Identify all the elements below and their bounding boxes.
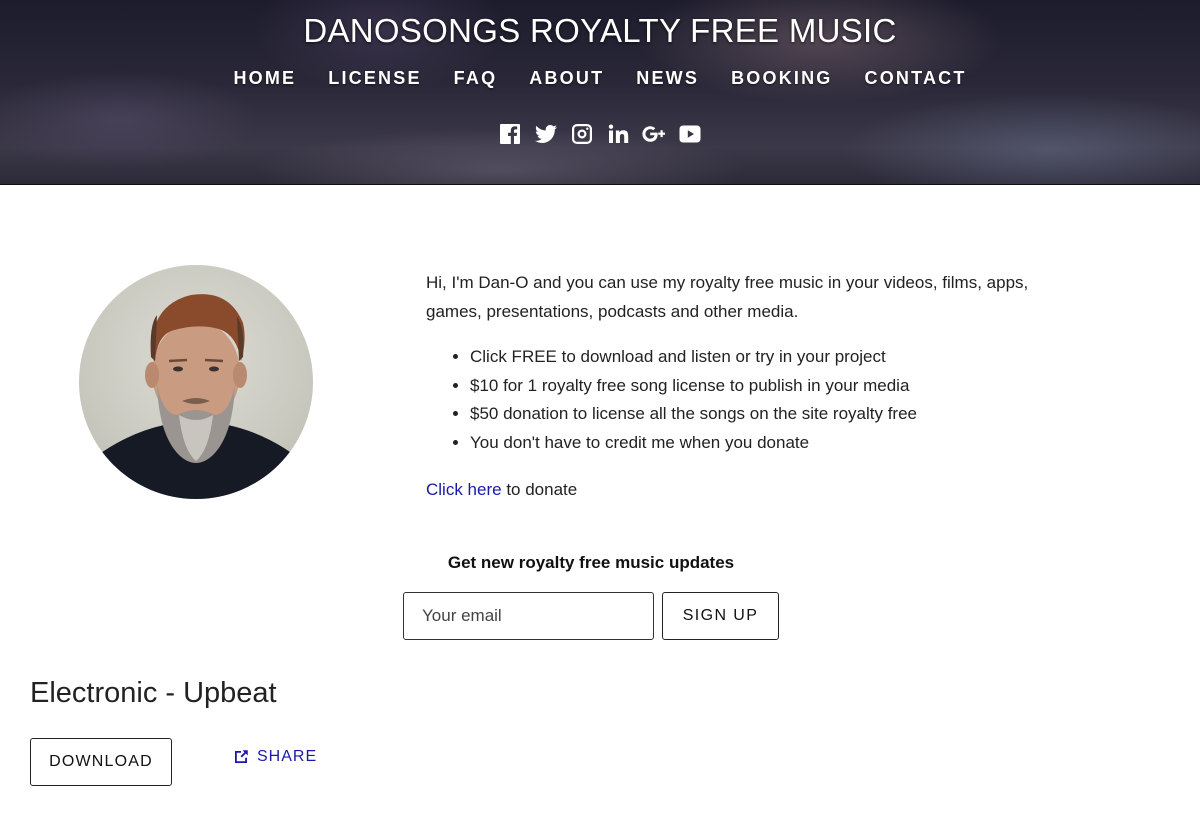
sign-up-button[interactable]: SIGN UP — [662, 592, 779, 640]
site-header: DANOSONGS ROYALTY FREE MUSIC HOME LICENS… — [0, 0, 1200, 185]
site-title[interactable]: DANOSONGS ROYALTY FREE MUSIC — [0, 12, 1200, 50]
share-link[interactable]: SHARE — [232, 748, 317, 766]
avatar — [79, 265, 313, 499]
nav-item-about[interactable]: ABOUT — [529, 68, 604, 89]
list-item: You don't have to credit me when you don… — [470, 429, 1086, 458]
intro-section: Hi, I'm Dan-O and you can use my royalty… — [426, 268, 1086, 504]
nav-item-news[interactable]: NEWS — [636, 68, 699, 89]
nav-item-booking[interactable]: BOOKING — [731, 68, 832, 89]
social-links — [0, 122, 1200, 146]
email-field[interactable] — [403, 592, 654, 640]
twitter-icon[interactable] — [534, 122, 558, 146]
instagram-icon[interactable] — [570, 122, 594, 146]
list-item: $10 for 1 royalty free song license to p… — [470, 372, 1086, 401]
list-item: Click FREE to download and listen or try… — [470, 343, 1086, 372]
donate-suffix: to donate — [501, 480, 578, 499]
nav-item-home[interactable]: HOME — [233, 68, 296, 89]
linkedin-icon[interactable] — [606, 122, 630, 146]
nav-item-faq[interactable]: FAQ — [454, 68, 498, 89]
share-icon — [235, 750, 248, 763]
nav-item-contact[interactable]: CONTACT — [865, 68, 967, 89]
intro-bullet-list: Click FREE to download and listen or try… — [426, 343, 1086, 457]
share-label: SHARE — [257, 748, 318, 765]
signup-heading: Get new royalty free music updates — [447, 553, 735, 572]
facebook-icon[interactable] — [498, 122, 522, 146]
donate-line: Click here to donate — [426, 475, 1086, 504]
intro-paragraph: Hi, I'm Dan-O and you can use my royalty… — [426, 273, 1029, 321]
download-button[interactable]: DOWNLOAD — [30, 738, 172, 786]
song-title: Electronic - Upbeat — [30, 677, 277, 709]
nav-item-license[interactable]: LICENSE — [328, 68, 421, 89]
google-plus-icon[interactable] — [642, 122, 666, 146]
list-item: $50 donation to license all the songs on… — [470, 400, 1086, 429]
youtube-icon[interactable] — [678, 122, 702, 146]
donate-link[interactable]: Click here — [426, 480, 502, 499]
main-nav: HOME LICENSE FAQ ABOUT NEWS BOOKING CONT… — [0, 68, 1200, 89]
portrait-image — [79, 294, 313, 499]
